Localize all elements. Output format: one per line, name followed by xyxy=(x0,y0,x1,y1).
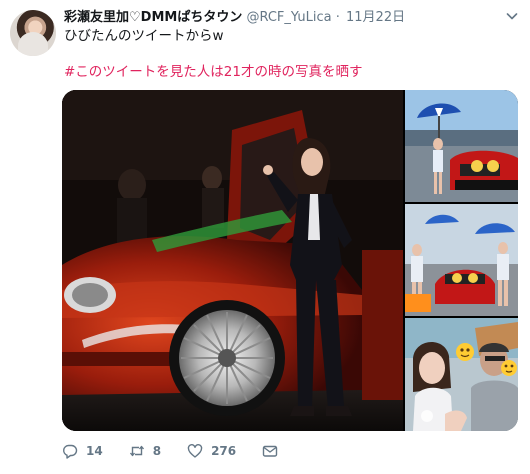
reply-icon xyxy=(63,444,78,459)
photo-selfie-image xyxy=(405,318,518,431)
tweet[interactable]: 彩瀬友里加♡DMMぱちタウン @RCF_YuLica · 11月22日 ひびたん… xyxy=(0,0,530,474)
photo-race-queen-1[interactable] xyxy=(405,90,518,202)
tweet-text: ひびたんのツイートからw xyxy=(64,28,224,44)
hashtag-text[interactable]: #このツイートを見た人は21才の時の写真を晒す xyxy=(64,64,363,80)
user-handle[interactable]: @RCF_YuLica xyxy=(246,10,331,25)
reply-button[interactable]: 14 xyxy=(62,443,103,459)
mail-icon xyxy=(262,445,278,457)
like-count: 276 xyxy=(211,444,237,458)
photo-race-queen-2-image xyxy=(405,204,518,316)
retweet-button[interactable]: 8 xyxy=(129,443,161,459)
photo-selfie[interactable] xyxy=(405,318,518,431)
photo-main-image xyxy=(62,90,403,431)
like-button[interactable]: 276 xyxy=(187,443,236,459)
photo-race-queen-2[interactable] xyxy=(405,204,518,316)
retweet-count: 8 xyxy=(152,444,162,458)
separator-dot: · xyxy=(335,10,340,25)
tweet-date[interactable]: 11月22日 xyxy=(346,10,405,25)
chevron-down-icon[interactable] xyxy=(506,10,518,22)
tweet-header: 彩瀬友里加♡DMMぱちタウン @RCF_YuLica · 11月22日 xyxy=(64,9,405,27)
direct-message-button[interactable] xyxy=(262,443,286,459)
tweet-actions: 14 8 276 xyxy=(62,441,312,461)
media-grid[interactable] xyxy=(62,90,518,431)
avatar[interactable] xyxy=(10,10,56,56)
retweet-icon xyxy=(129,445,144,457)
reply-count: 14 xyxy=(86,444,103,458)
photo-main[interactable] xyxy=(62,90,403,431)
heart-icon xyxy=(187,444,203,458)
display-name[interactable]: 彩瀬友里加♡DMMぱちタウン xyxy=(64,10,242,25)
hashtag-link[interactable]: #このツイートを見た人は21才の時の写真を晒す xyxy=(64,63,363,81)
photo-race-queen-1-image xyxy=(405,90,518,202)
